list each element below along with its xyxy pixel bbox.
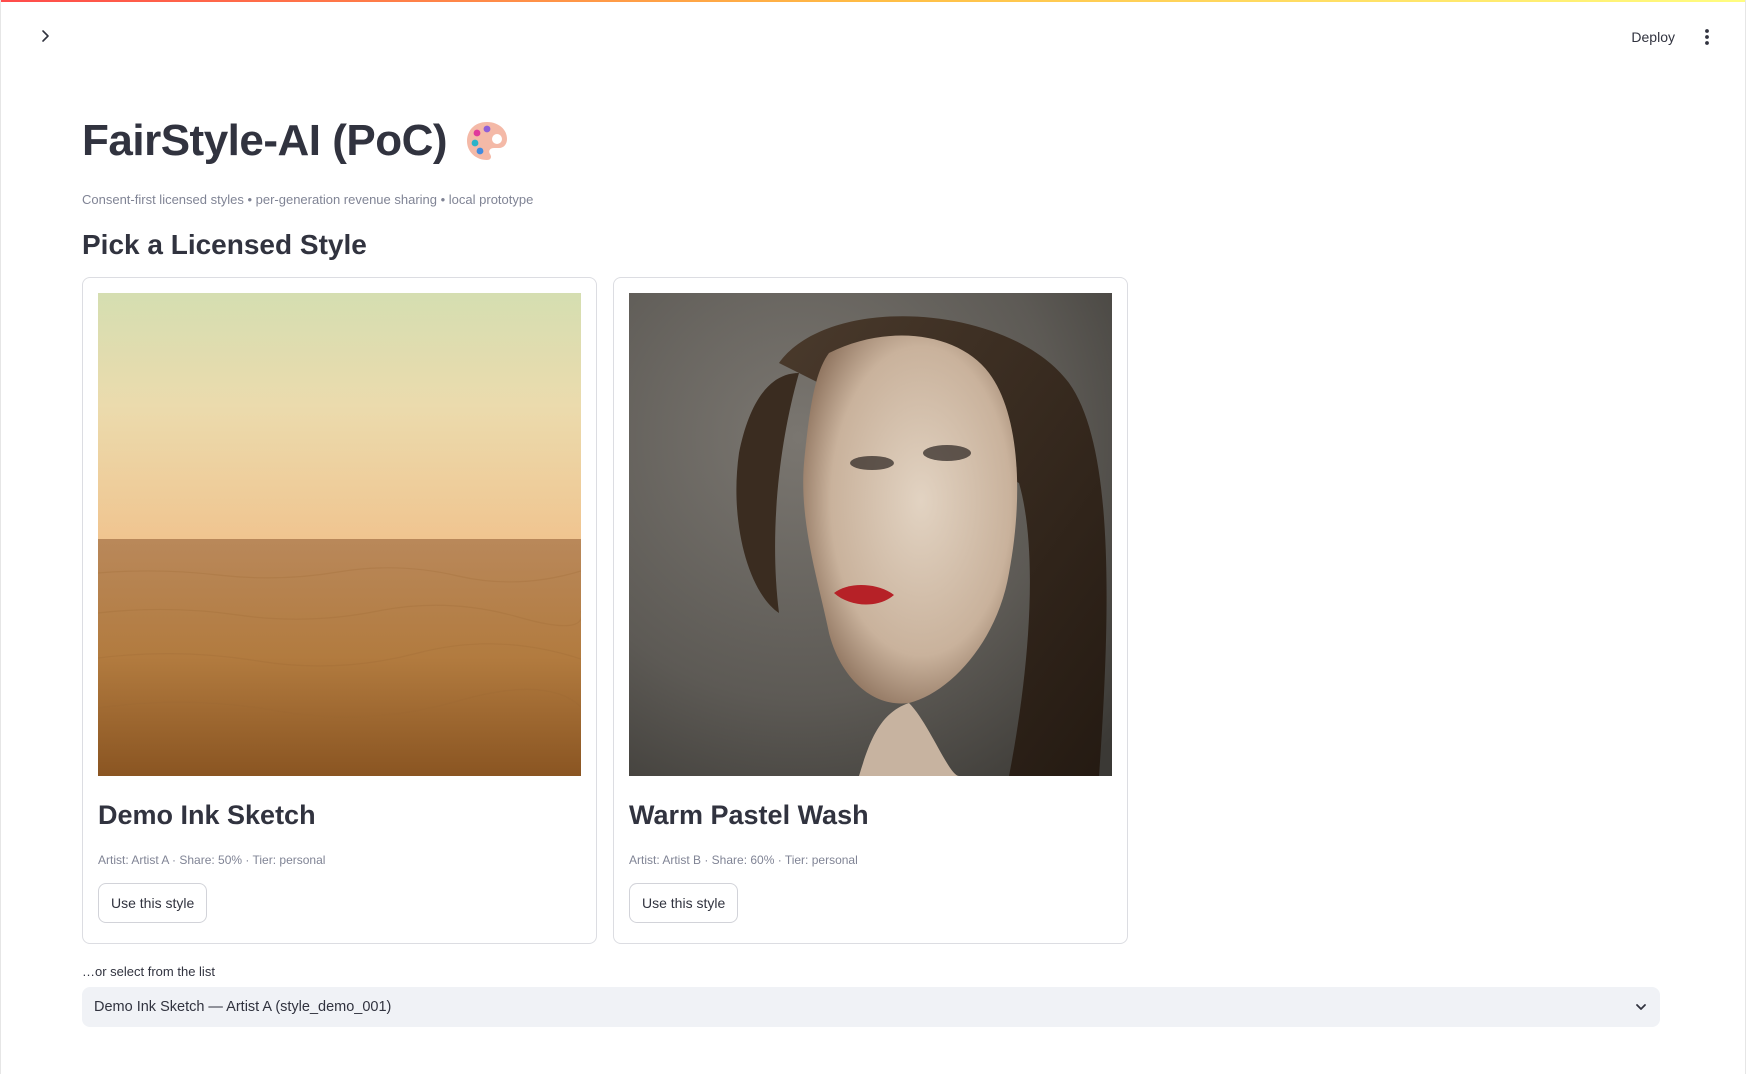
style-card: Demo Ink Sketch Artist: Artist A · Share…	[82, 277, 597, 944]
section-subheader: Pick a Licensed Style	[82, 229, 367, 260]
app-root: Deploy FairStyle-AI (PoC) Consent-first …	[0, 0, 1746, 1074]
deploy-button[interactable]: Deploy	[1623, 22, 1683, 52]
page-caption: Consent-first licensed styles • per-gene…	[82, 192, 534, 207]
page-title: FairStyle-AI (PoC)	[82, 116, 448, 165]
title-row: FairStyle-AI (PoC)	[82, 100, 1660, 182]
artist-palette-icon	[467, 122, 508, 160]
chevron-down-icon	[1636, 1004, 1646, 1010]
style-name: Demo Ink Sketch	[98, 800, 316, 830]
use-style-button[interactable]: Use this style	[98, 883, 208, 923]
style-name: Warm Pastel Wash	[629, 800, 869, 830]
style-card: Warm Pastel Wash Artist: Artist B · Shar…	[613, 277, 1128, 944]
chevron-right-icon	[42, 30, 49, 42]
woman-portrait-photo	[629, 293, 1112, 776]
style-meta: Artist: Artist A · Share: 50% · Tier: pe…	[98, 853, 326, 867]
use-style-button[interactable]: Use this style	[629, 883, 739, 923]
style-cards: Demo Ink Sketch Artist: Artist A · Share…	[82, 277, 1660, 944]
select-value: Demo Ink Sketch — Artist A (style_demo_0…	[94, 999, 392, 1015]
sidebar-toggle-button[interactable]	[31, 22, 59, 50]
desert-dunes-photo	[98, 293, 581, 776]
app-header: Deploy	[1, 2, 1745, 68]
select-label: …or select from the list	[82, 964, 215, 979]
vertical-ellipsis-icon	[1705, 29, 1709, 45]
main-content: FairStyle-AI (PoC) Consent-first license…	[82, 100, 1660, 1027]
style-meta: Artist: Artist B · Share: 60% · Tier: pe…	[629, 853, 858, 867]
main-menu-button[interactable]	[1693, 22, 1721, 52]
style-select-dropdown[interactable]: Demo Ink Sketch — Artist A (style_demo_0…	[82, 987, 1660, 1027]
